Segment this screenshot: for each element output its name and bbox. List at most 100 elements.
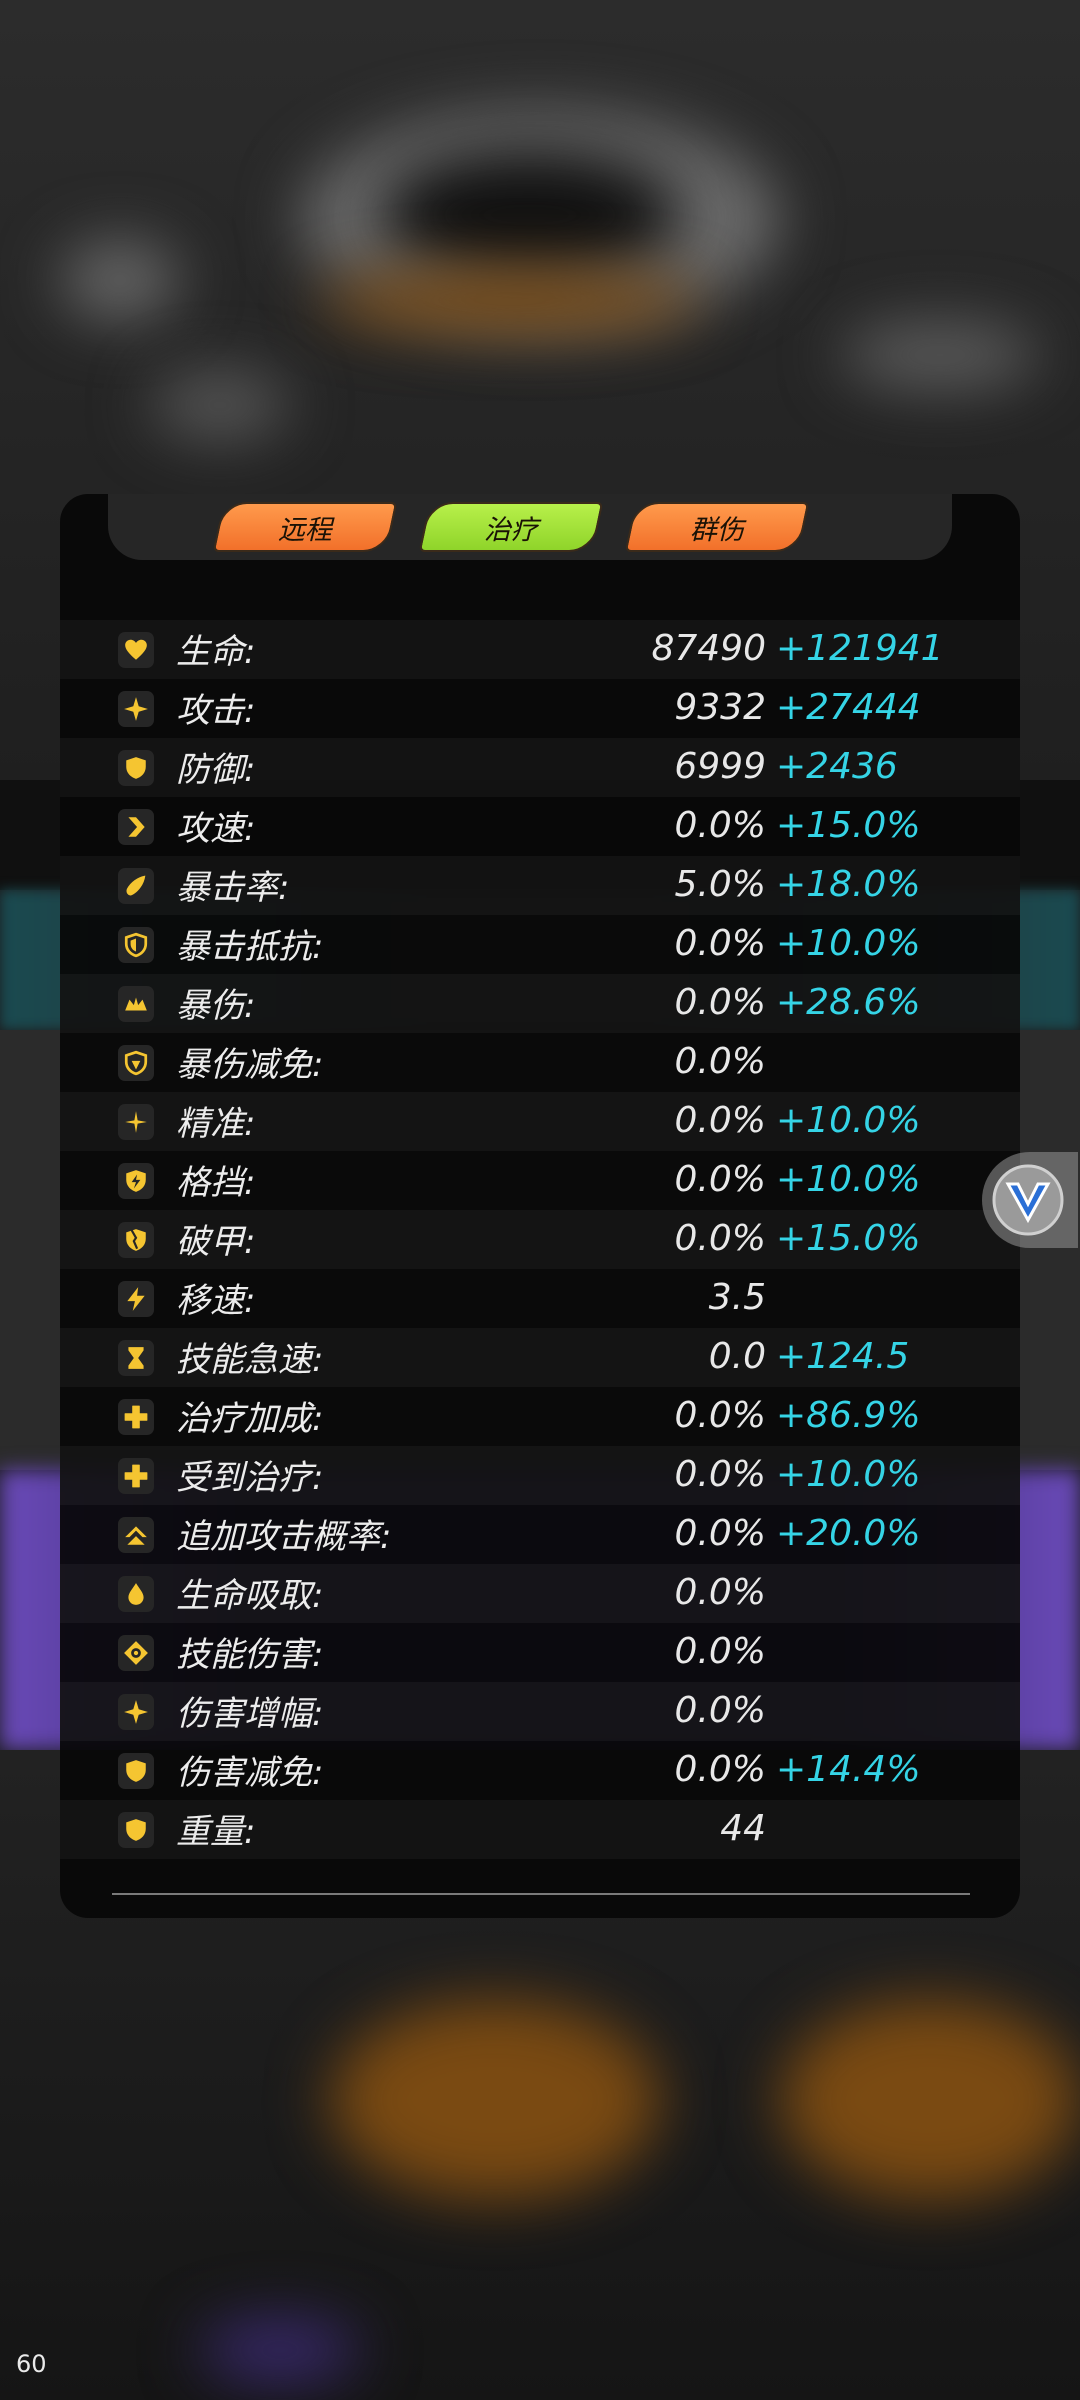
stat-row: 受到治疗: 0.0% +10.0% <box>60 1446 1020 1505</box>
shield-bolt-icon <box>118 1163 154 1199</box>
fps-counter: 60 <box>16 2350 47 2378</box>
double-chevron-up-icon <box>118 1517 154 1553</box>
crown-icon <box>118 986 154 1022</box>
stat-label: 格挡: <box>176 1163 256 1203</box>
stat-bonus: +28.6% <box>776 982 921 1023</box>
stat-row: 破甲: 0.0% +15.0% <box>60 1210 1020 1269</box>
stat-label: 暴击抵抗: <box>176 927 324 967</box>
stat-label: 技能急速: <box>176 1340 324 1380</box>
stat-label: 攻击: <box>176 691 256 731</box>
stat-label: 技能伤害: <box>176 1635 324 1675</box>
shield-icon <box>118 1812 154 1848</box>
stat-label: 破甲: <box>176 1222 256 1262</box>
stat-bonus: +86.9% <box>776 1395 921 1436</box>
stat-row: 攻击: 9332 +27444 <box>60 679 1020 738</box>
stat-row: 暴击抵抗: 0.0% +10.0% <box>60 915 1020 974</box>
stat-row: 重量: 44 <box>60 1800 1020 1859</box>
stat-value: 0.0% <box>674 923 766 964</box>
stat-value: 0.0% <box>674 1454 766 1495</box>
stat-bonus: +10.0% <box>776 1100 921 1141</box>
broken-shield-icon <box>118 1222 154 1258</box>
stat-value: 3.5 <box>708 1277 766 1318</box>
stats-panel: 远程 治疗 群伤 生命: 87490 +121941 攻击: 9332 +27444 防御:… <box>60 494 1020 1918</box>
hourglass-icon <box>118 1340 154 1376</box>
stat-value: 0.0% <box>674 1100 766 1141</box>
stat-bonus: +10.0% <box>776 923 921 964</box>
stat-value: 0.0% <box>674 1690 766 1731</box>
shield-half-icon <box>118 1045 154 1081</box>
comet-icon <box>118 868 154 904</box>
droplet-icon <box>118 1576 154 1612</box>
stat-value: 0.0% <box>674 1749 766 1790</box>
stat-bonus: +15.0% <box>776 805 921 846</box>
tag-aoe: 群伤 <box>624 502 810 552</box>
stat-label: 生命吸取: <box>176 1576 324 1616</box>
sparkle-icon <box>118 691 154 727</box>
stat-row: 移速: 3.5 <box>60 1269 1020 1328</box>
target-icon <box>118 1635 154 1671</box>
tag-ranged: 远程 <box>212 502 398 552</box>
stat-row: 生命吸取: 0.0% <box>60 1564 1020 1623</box>
stat-bonus: +20.0% <box>776 1513 921 1554</box>
stat-row: 精准: 0.0% +10.0% <box>60 1092 1020 1151</box>
tag-heal: 治疗 <box>418 502 604 552</box>
stat-value: 44 <box>720 1808 766 1849</box>
plus-icon <box>118 1399 154 1435</box>
chevron-right-icon <box>118 809 154 845</box>
stat-label: 追加攻击概率: <box>176 1517 392 1557</box>
stat-label: 受到治疗: <box>176 1458 324 1498</box>
stat-row: 暴击率: 5.0% +18.0% <box>60 856 1020 915</box>
stat-value: 0.0% <box>674 1395 766 1436</box>
shield-outline-icon <box>118 927 154 963</box>
stat-row: 生命: 87490 +121941 <box>60 620 1020 679</box>
stat-row: 暴伤: 0.0% +28.6% <box>60 974 1020 1033</box>
stat-bonus: +14.4% <box>776 1749 921 1790</box>
stat-label: 移速: <box>176 1281 256 1321</box>
stat-bonus: +10.0% <box>776 1454 921 1495</box>
stat-label: 治疗加成: <box>176 1399 324 1439</box>
v-logo-icon <box>992 1164 1064 1236</box>
shield-icon <box>118 750 154 786</box>
sparkle-icon <box>118 1694 154 1730</box>
crosshair-sparkle-icon <box>118 1104 154 1140</box>
stat-row: 格挡: 0.0% +10.0% <box>60 1151 1020 1210</box>
stat-row: 技能急速: 0.0 +124.5 <box>60 1328 1020 1387</box>
stat-row: 伤害增幅: 0.0% <box>60 1682 1020 1741</box>
shield-icon <box>118 1753 154 1789</box>
stat-row: 技能伤害: 0.0% <box>60 1623 1020 1682</box>
stat-row: 伤害减免: 0.0% +14.4% <box>60 1741 1020 1800</box>
stat-row: 追加攻击概率: 0.0% +20.0% <box>60 1505 1020 1564</box>
stat-bonus: +124.5 <box>776 1336 910 1377</box>
stat-value: 87490 <box>651 628 766 669</box>
stat-value: 0.0% <box>674 1572 766 1613</box>
stat-label: 暴击率: <box>176 868 290 908</box>
stat-label: 暴伤减免: <box>176 1045 324 1085</box>
stat-value: 0.0% <box>674 1513 766 1554</box>
stat-row: 攻速: 0.0% +15.0% <box>60 797 1020 856</box>
stat-row: 暴伤减免: 0.0% <box>60 1033 1020 1092</box>
stat-label: 攻速: <box>176 809 256 849</box>
stat-row: 治疗加成: 0.0% +86.9% <box>60 1387 1020 1446</box>
divider <box>112 1893 970 1895</box>
stat-bonus: +27444 <box>776 687 921 728</box>
lightning-icon <box>118 1281 154 1317</box>
plus-icon <box>118 1458 154 1494</box>
stat-row: 防御: 6999 +2436 <box>60 738 1020 797</box>
stat-label: 伤害减免: <box>176 1753 324 1793</box>
stat-label: 重量: <box>176 1812 256 1852</box>
stat-value: 0.0% <box>674 805 766 846</box>
stat-bonus: +2436 <box>776 746 898 787</box>
stat-label: 生命: <box>176 632 256 672</box>
stat-value: 6999 <box>674 746 766 787</box>
side-float-button[interactable] <box>982 1152 1078 1248</box>
stat-list: 生命: 87490 +121941 攻击: 9332 +27444 防御: 6999 +2436… <box>60 620 1020 1859</box>
stat-bonus: +18.0% <box>776 864 921 905</box>
stat-value: 5.0% <box>674 864 766 905</box>
stat-value: 0.0% <box>674 1631 766 1672</box>
tag-bar: 远程 治疗 群伤 <box>108 494 952 560</box>
stat-value: 9332 <box>674 687 766 728</box>
stat-value: 0.0% <box>674 1159 766 1200</box>
stat-value: 0.0 <box>708 1336 766 1377</box>
stat-bonus: +10.0% <box>776 1159 921 1200</box>
stat-label: 精准: <box>176 1104 256 1144</box>
